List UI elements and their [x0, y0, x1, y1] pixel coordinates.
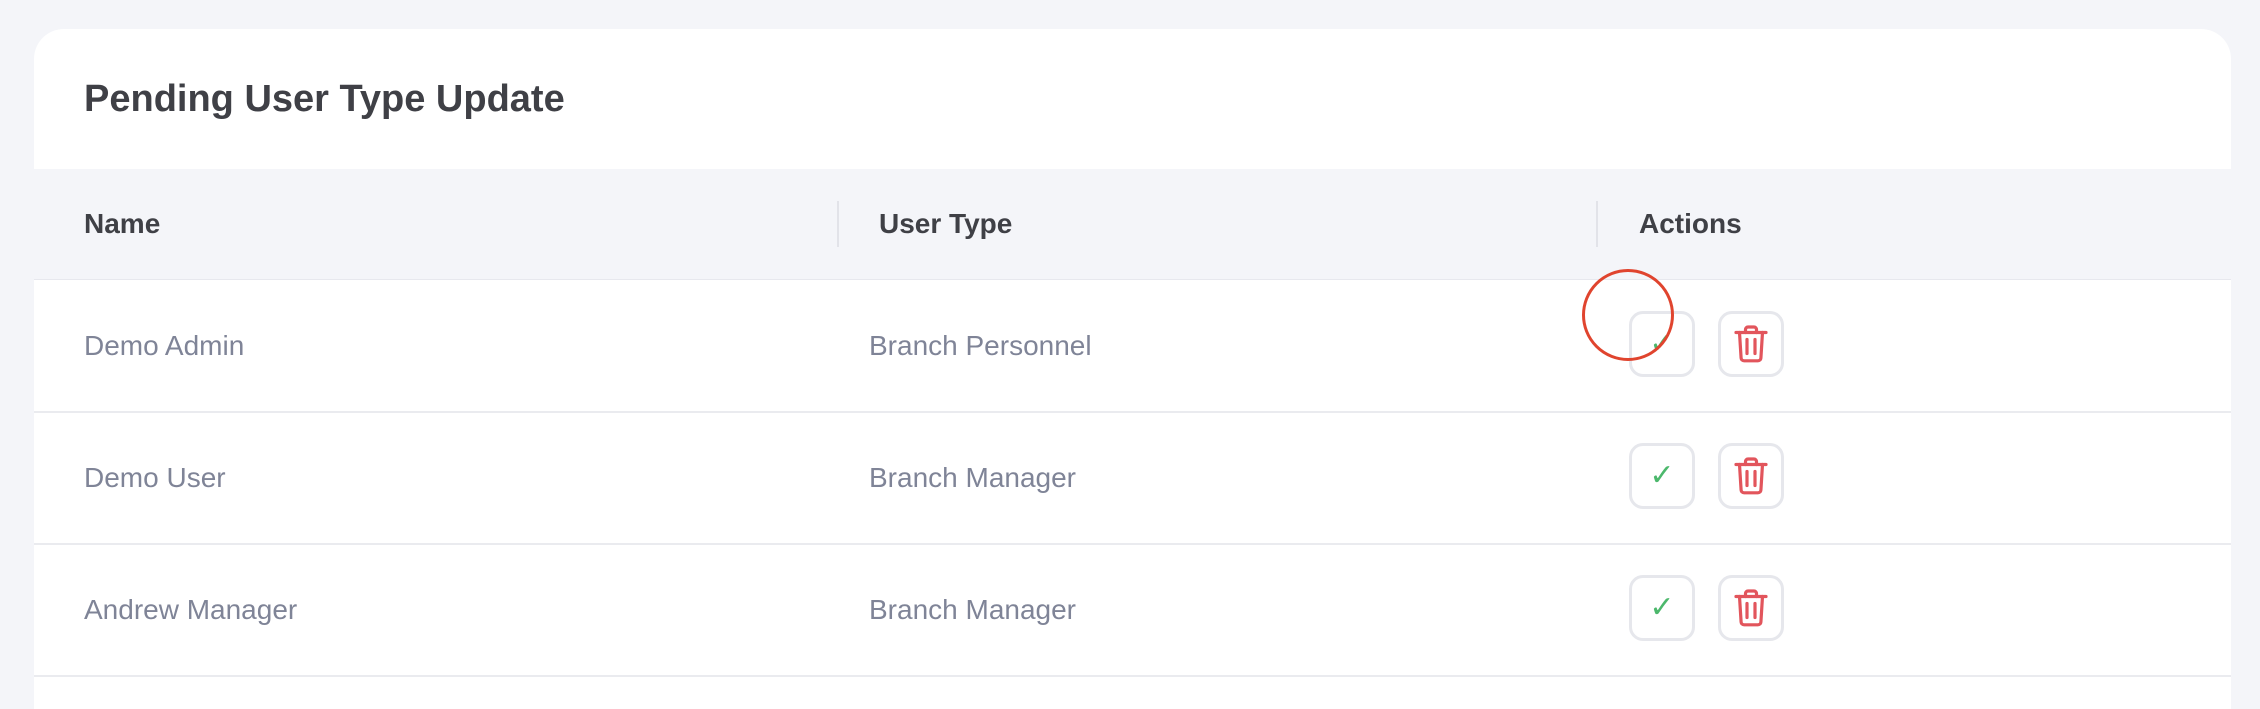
user-name-cell: Demo Admin [84, 330, 245, 361]
check-icon: ✓ [1649, 590, 1675, 625]
table-header: Name User Type Actions [34, 169, 2231, 280]
trash-icon [1734, 589, 1768, 627]
check-icon: ✓ [1649, 458, 1675, 493]
table-row: Demo Admin Branch Personnel ✓ [34, 280, 2231, 413]
table-row: Andrew Manager Branch Manager ✓ [34, 544, 2231, 677]
column-divider [837, 201, 839, 247]
pending-user-type-card: Pending User Type Update Name User Type … [34, 29, 2231, 709]
user-type-cell: Branch Manager [869, 462, 1077, 493]
trash-icon [1734, 325, 1768, 363]
approve-button[interactable]: ✓ [1629, 443, 1695, 509]
approve-button[interactable]: ✓ [1629, 311, 1695, 377]
card-title: Pending User Type Update [84, 78, 565, 120]
delete-button[interactable] [1718, 443, 1784, 509]
check-icon: ✓ [1649, 326, 1675, 361]
delete-button[interactable] [1718, 575, 1784, 641]
user-type-cell: Branch Personnel [869, 330, 1092, 361]
column-header-user-type: User Type [879, 208, 1013, 239]
column-header-actions: Actions [1639, 208, 1742, 239]
approve-button[interactable]: ✓ [1629, 575, 1695, 641]
user-name-cell: Andrew Manager [84, 594, 298, 625]
user-type-cell: Branch Manager [869, 594, 1077, 625]
user-name-cell: Demo User [84, 462, 226, 493]
delete-button[interactable] [1718, 311, 1784, 377]
column-divider [1596, 201, 1598, 247]
trash-icon [1734, 457, 1768, 495]
column-header-name: Name [84, 208, 161, 239]
table-row: Demo User Branch Manager ✓ [34, 412, 2231, 545]
